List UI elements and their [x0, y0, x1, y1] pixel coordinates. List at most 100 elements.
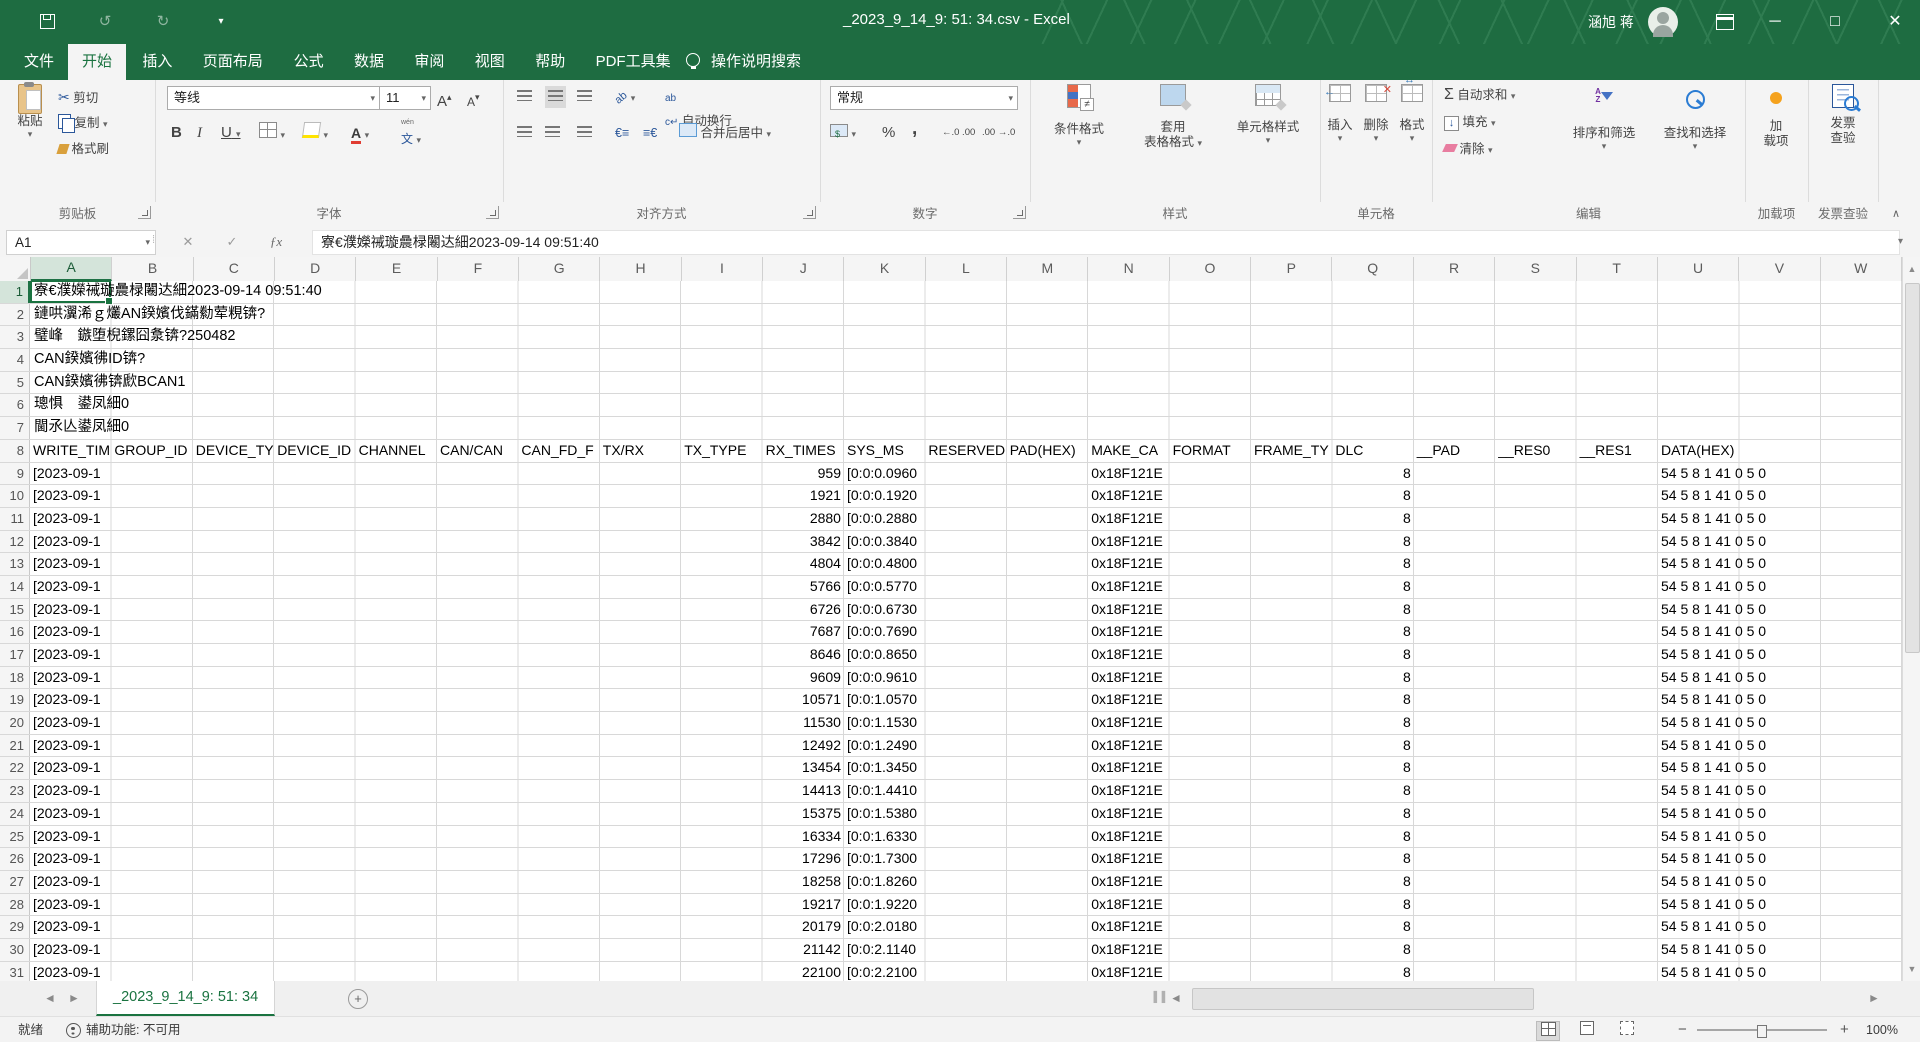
cell[interactable]: 0x18F121E	[1088, 916, 1169, 938]
cell[interactable]: 8	[1332, 848, 1413, 870]
row-body[interactable]: [2023-09-116334[0:0:1.63300x18F121E854 5…	[30, 826, 1902, 848]
cell[interactable]: CAN鍨嬪彿ID锛?	[34, 349, 145, 371]
row-header-20[interactable]: 20	[0, 712, 30, 734]
row-header-25[interactable]: 25	[0, 826, 30, 848]
row-body[interactable]: [2023-09-115375[0:0:1.53800x18F121E854 5…	[30, 803, 1902, 825]
tab-7[interactable]: 视图	[461, 44, 519, 80]
cell[interactable]: 18258	[763, 871, 844, 893]
cell[interactable]: 15375	[763, 803, 844, 825]
row-body[interactable]: [2023-09-17687[0:0:0.76900x18F121E854 5 …	[30, 621, 1902, 643]
scroll-up-icon[interactable]: ▲	[1903, 257, 1920, 281]
cell[interactable]: [0:0:1.1530	[844, 712, 925, 734]
column-header-R[interactable]: R	[1414, 257, 1495, 281]
row-header-5[interactable]: 5	[0, 372, 30, 394]
cell[interactable]: [2023-09-1	[30, 531, 111, 553]
cell[interactable]: [2023-09-1	[30, 712, 111, 734]
cell[interactable]: 13454	[763, 757, 844, 779]
cell[interactable]: 0x18F121E	[1088, 576, 1169, 598]
cell[interactable]: 璁惧 鍙凤細0	[34, 394, 129, 416]
cell[interactable]: 54 5 8 1 41 0 5 0	[1658, 803, 1739, 825]
tab-2[interactable]: 插入	[128, 44, 186, 80]
cell[interactable]: [2023-09-1	[30, 894, 111, 916]
row-header-26[interactable]: 26	[0, 848, 30, 870]
number-dialog-launcher[interactable]	[1013, 206, 1026, 219]
number-format-combobox[interactable]: 常规▾	[830, 86, 1018, 110]
row-body[interactable]: [2023-09-122100[0:0:2.21000x18F121E854 5…	[30, 962, 1902, 981]
row-body[interactable]: [2023-09-119217[0:0:1.92200x18F121E854 5…	[30, 894, 1902, 916]
row-body[interactable]: [2023-09-12880[0:0:0.28800x18F121E854 5 …	[30, 508, 1902, 530]
hscroll-right-icon[interactable]: ►	[1868, 981, 1880, 1016]
column-header-U[interactable]: U	[1658, 257, 1739, 281]
column-header-F[interactable]: F	[438, 257, 519, 281]
cell[interactable]: [2023-09-1	[30, 576, 111, 598]
clear-button[interactable]: 清除 ▾	[1444, 138, 1493, 160]
row-body[interactable]: 寮€濮嬫祴璇曟椂闂达細2023-09-14 09:51:40	[30, 281, 1902, 303]
namebox-splitter[interactable]: ⁞	[152, 234, 154, 246]
cell[interactable]: 54 5 8 1 41 0 5 0	[1658, 871, 1739, 893]
row-body[interactable]: 璧峰 鏃堕棿鏍囧洜锛?250482	[30, 326, 1902, 348]
name-box[interactable]: A1▾	[6, 230, 156, 255]
delete-cells-button[interactable]: ✕ 删除 ▾	[1358, 84, 1394, 144]
insert-function-icon[interactable]: ƒx	[264, 230, 288, 253]
column-header-O[interactable]: O	[1170, 257, 1251, 281]
cell[interactable]: 8	[1332, 576, 1413, 598]
row-body[interactable]: 鏈哄瀷浠ｇ爜AN鍨嬪伐鏋勬荤粯锛?	[30, 304, 1902, 326]
tab-1[interactable]: 开始	[68, 44, 126, 80]
row-header-4[interactable]: 4	[0, 349, 30, 371]
row-body[interactable]: 閫氶亾鍙凤細0	[30, 417, 1902, 439]
cell[interactable]: FRAME_TY	[1251, 440, 1332, 462]
percent-style-button[interactable]: %	[882, 122, 895, 144]
cell[interactable]: 8	[1332, 667, 1413, 689]
row-body[interactable]: CAN鍨嬪彿锛歋BCAN1	[30, 372, 1902, 394]
sheet-nav-right-icon[interactable]: ►	[68, 981, 80, 1016]
cell[interactable]: 8	[1332, 871, 1413, 893]
maximize-button[interactable]: □	[1812, 0, 1858, 44]
cell[interactable]: 0x18F121E	[1088, 826, 1169, 848]
row-body[interactable]: [2023-09-15766[0:0:0.57700x18F121E854 5 …	[30, 576, 1902, 598]
cell[interactable]: 8	[1332, 803, 1413, 825]
cell[interactable]: 0x18F121E	[1088, 553, 1169, 575]
accounting-format-button[interactable]: ▾	[830, 122, 856, 144]
zoom-level[interactable]: 100%	[1866, 1017, 1898, 1042]
cell[interactable]: [2023-09-1	[30, 689, 111, 711]
cell[interactable]: [0:0:1.2490	[844, 735, 925, 757]
cell[interactable]: 0x18F121E	[1088, 939, 1169, 961]
decrease-decimal-button[interactable]: .00 →.0	[982, 122, 1015, 144]
row-header-2[interactable]: 2	[0, 304, 30, 326]
cell-styles-button[interactable]: 单元格样式 ▾	[1222, 84, 1314, 146]
addins-button[interactable]: 加载项	[1751, 84, 1801, 149]
cell[interactable]: [0:0:1.5380	[844, 803, 925, 825]
cell[interactable]: TX_TYPE	[681, 440, 762, 462]
page-layout-view-button[interactable]	[1576, 1021, 1598, 1039]
clipboard-dialog-launcher[interactable]	[138, 206, 151, 219]
row-body[interactable]: [2023-09-13842[0:0:0.38400x18F121E854 5 …	[30, 531, 1902, 553]
cell[interactable]: 54 5 8 1 41 0 5 0	[1658, 667, 1739, 689]
cell[interactable]: 8	[1332, 621, 1413, 643]
column-header-W[interactable]: W	[1821, 257, 1902, 281]
cell[interactable]: CAN/CAN	[437, 440, 518, 462]
row-header-28[interactable]: 28	[0, 894, 30, 916]
cell[interactable]: 54 5 8 1 41 0 5 0	[1658, 939, 1739, 961]
column-header-V[interactable]: V	[1739, 257, 1820, 281]
cell[interactable]: 0x18F121E	[1088, 894, 1169, 916]
row-header-16[interactable]: 16	[0, 621, 30, 643]
formula-input[interactable]: 寮€濮嬫祴璇曟椂闂达細2023-09-14 09:51:40	[312, 230, 1900, 255]
cell[interactable]: 54 5 8 1 41 0 5 0	[1658, 463, 1739, 485]
avatar[interactable]	[1648, 7, 1678, 37]
cell[interactable]: 0x18F121E	[1088, 962, 1169, 981]
column-header-B[interactable]: B	[112, 257, 193, 281]
cell[interactable]: [0:0:1.3450	[844, 757, 925, 779]
cell[interactable]: 0x18F121E	[1088, 780, 1169, 802]
cell[interactable]: RX_TIMES	[763, 440, 844, 462]
tell-me-search[interactable]: 操作说明搜索	[711, 44, 801, 80]
normal-view-button[interactable]	[1536, 1021, 1560, 1041]
column-header-S[interactable]: S	[1495, 257, 1576, 281]
row-header-7[interactable]: 7	[0, 417, 30, 439]
row-body[interactable]: [2023-09-18646[0:0:0.86500x18F121E854 5 …	[30, 644, 1902, 666]
underline-button[interactable]: U ▾	[221, 122, 241, 144]
phonetic-guide-button[interactable]: wén文 ▾	[401, 118, 421, 140]
row-header-17[interactable]: 17	[0, 644, 30, 666]
cell[interactable]: [2023-09-1	[30, 803, 111, 825]
row-body[interactable]: [2023-09-16726[0:0:0.67300x18F121E854 5 …	[30, 599, 1902, 621]
cell[interactable]: 0x18F121E	[1088, 508, 1169, 530]
